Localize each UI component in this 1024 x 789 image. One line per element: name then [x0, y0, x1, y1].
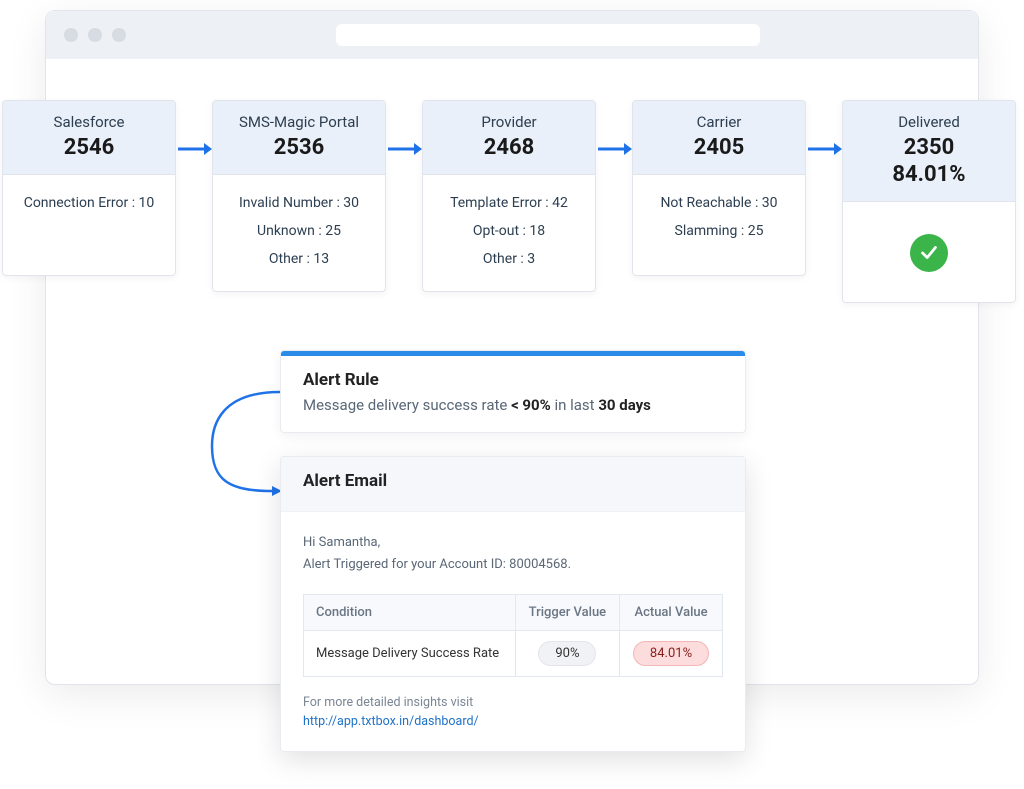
stage-title: Carrier — [641, 113, 797, 131]
trigger-value-pill: 90% — [538, 641, 596, 666]
error-line: Template Error : 42 — [431, 189, 587, 217]
flow-arrow-icon — [806, 124, 842, 174]
flow-arrow-icon — [596, 124, 632, 174]
cell-actual-value: 84.01% — [620, 631, 723, 677]
flow-arrow-icon — [176, 124, 212, 174]
stage-count: 2546 — [11, 135, 167, 160]
stage-header: SMS-Magic Portal 2536 — [213, 101, 385, 175]
cell-condition: Message Delivery Success Rate — [304, 631, 516, 677]
connector-arrow-icon — [200, 386, 290, 516]
alert-email-title: Alert Email — [303, 471, 723, 491]
stage-errors: Template Error : 42 Opt-out : 18 Other :… — [423, 175, 595, 291]
rule-prefix: Message delivery success rate — [303, 396, 511, 414]
stage-errors: Not Reachable : 30 Slamming : 25 — [633, 175, 805, 275]
error-line: Opt-out : 18 — [431, 217, 587, 245]
stage-title: Salesforce — [11, 113, 167, 131]
stage-delivered: Delivered 2350 84.01% — [842, 100, 1016, 303]
alert-rule-text: Message delivery success rate < 90% in l… — [303, 396, 723, 414]
browser-toolbar — [46, 11, 978, 59]
stage-title: Delivered — [851, 113, 1007, 131]
error-line: Invalid Number : 30 — [221, 189, 377, 217]
table-header-actual: Actual Value — [620, 595, 723, 631]
actual-value-pill: 84.01% — [633, 641, 709, 666]
table-header-trigger: Trigger Value — [515, 595, 619, 631]
alert-table: Condition Trigger Value Actual Value Mes… — [303, 594, 723, 677]
stage-success — [843, 202, 1015, 302]
alert-rule-card: Alert Rule Message delivery success rate… — [280, 350, 746, 433]
check-circle-icon — [910, 234, 948, 272]
alert-email-header: Alert Email — [281, 457, 745, 512]
stage-header: Delivered 2350 84.01% — [843, 101, 1015, 202]
stage-percentage: 84.01% — [851, 162, 1007, 187]
stage-title: Provider — [431, 113, 587, 131]
email-greeting: Hi Samantha, — [303, 532, 723, 554]
stage-count: 2405 — [641, 135, 797, 160]
email-alert-line: Alert Triggered for your Account ID: 800… — [303, 554, 723, 576]
table-row: Message Delivery Success Rate 90% 84.01% — [304, 631, 723, 677]
rule-threshold: < 90% — [511, 396, 551, 414]
error-line: Other : 13 — [221, 245, 377, 273]
email-footer-text: For more detailed insights visit — [303, 695, 723, 710]
stage-errors: Connection Error : 10 — [3, 175, 175, 275]
flow-arrow-icon — [386, 124, 422, 174]
alert-email-card: Alert Email Hi Samantha, Alert Triggered… — [280, 456, 746, 752]
cell-trigger-value: 90% — [515, 631, 619, 677]
stage-header: Salesforce 2546 — [3, 101, 175, 175]
alert-rule-title: Alert Rule — [303, 370, 723, 390]
email-body-text: Hi Samantha, Alert Triggered for your Ac… — [303, 532, 723, 576]
dashboard-link[interactable]: http://app.txtbox.in/dashboard/ — [303, 714, 723, 729]
error-line: Connection Error : 10 — [11, 189, 167, 217]
error-line: Not Reachable : 30 — [641, 189, 797, 217]
window-dot — [112, 28, 126, 42]
url-bar — [336, 24, 760, 46]
stage-header: Carrier 2405 — [633, 101, 805, 175]
stage-carrier: Carrier 2405 Not Reachable : 30 Slamming… — [632, 100, 806, 276]
window-dot — [88, 28, 102, 42]
stage-salesforce: Salesforce 2546 Connection Error : 10 — [2, 100, 176, 276]
window-dot — [64, 28, 78, 42]
error-line: Unknown : 25 — [221, 217, 377, 245]
stage-errors: Invalid Number : 30 Unknown : 25 Other :… — [213, 175, 385, 291]
stage-provider: Provider 2468 Template Error : 42 Opt-ou… — [422, 100, 596, 292]
stage-count: 2468 — [431, 135, 587, 160]
error-line: Other : 3 — [431, 245, 587, 273]
stage-header: Provider 2468 — [423, 101, 595, 175]
table-header-condition: Condition — [304, 595, 516, 631]
stage-title: SMS-Magic Portal — [221, 113, 377, 131]
stage-sms-magic-portal: SMS-Magic Portal 2536 Invalid Number : 3… — [212, 100, 386, 292]
delivery-funnel: Salesforce 2546 Connection Error : 10 SM… — [2, 100, 1022, 303]
rule-window: 30 days — [598, 396, 651, 414]
rule-mid: in last — [551, 396, 599, 414]
stage-count: 2350 — [851, 135, 1007, 160]
error-line: Slamming : 25 — [641, 217, 797, 245]
stage-count: 2536 — [221, 135, 377, 160]
